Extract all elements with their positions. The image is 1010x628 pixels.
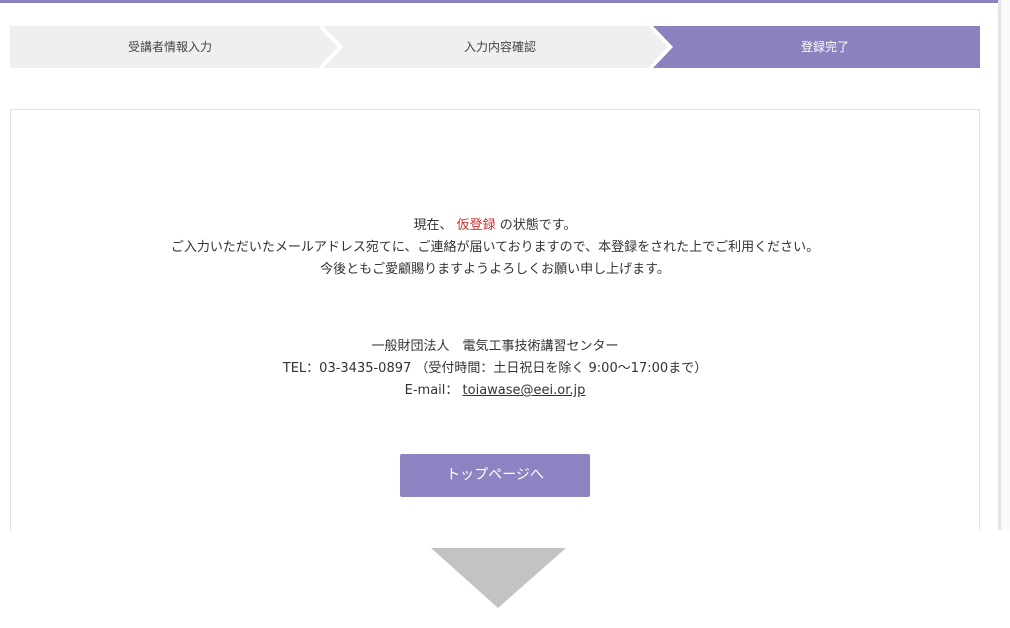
status-message-line2: ご入力いただいたメールアドレス宛てに、ご連絡が届いておりますので、本登録をされた… bbox=[170, 240, 820, 255]
registration-complete-panel: 現在、 仮登録 の状態です。 ご入力いただいたメールアドレス宛てに、ご連絡が届い… bbox=[10, 109, 980, 531]
down-arrow-icon bbox=[431, 548, 566, 608]
step-2-label: 入力内容確認 bbox=[463, 40, 536, 54]
step-3-label-current: 登録完了 bbox=[800, 40, 849, 54]
step-progress-bar: 受講者情報入力 入力内容確認 登録完了 bbox=[10, 26, 980, 68]
provisional-registration-highlight: 仮登録 bbox=[456, 218, 496, 233]
contact-email-line: E-mail： toiawase@eei.or.jp bbox=[11, 380, 979, 402]
contact-email-link[interactable]: toiawase@eei.or.jp bbox=[463, 383, 586, 398]
top-accent-border bbox=[0, 0, 1000, 3]
email-label: E-mail： bbox=[404, 383, 459, 398]
step-1-label: 受講者情報入力 bbox=[127, 40, 212, 54]
status-message-line1: 現在、 仮登録 の状態です。 bbox=[11, 215, 979, 237]
status-prefix: 現在、 bbox=[413, 218, 453, 233]
scrollbar-track[interactable] bbox=[1001, 0, 1010, 530]
status-suffix: の状態です。 bbox=[499, 218, 577, 233]
contact-org-name: 一般財団法人 電気工事技術講習センター bbox=[371, 339, 619, 354]
contact-tel: TEL：03-3435-0897 （受付時間：土日祝日を除く 9:00～17:0… bbox=[282, 361, 708, 376]
top-page-button[interactable]: トップページへ bbox=[400, 454, 590, 497]
status-message-line3: 今後ともご愛顧賜りますようよろしくお願い申し上げます。 bbox=[320, 262, 670, 277]
